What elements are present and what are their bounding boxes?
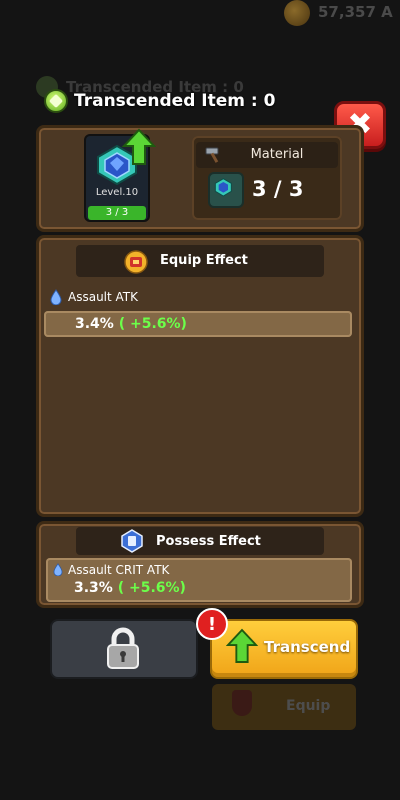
equip-effect-title: Equip Effect	[160, 253, 248, 268]
padlock-icon	[107, 627, 139, 669]
shield-icon	[232, 690, 252, 716]
page-title: Transcended Item : 0	[74, 91, 276, 111]
possess-stat-current: 3.3%	[74, 580, 113, 596]
water-drop-icon	[50, 289, 62, 305]
equip-stat-label: Assault ATK	[68, 290, 139, 304]
equip-effect-panel	[36, 235, 364, 517]
material-count: 3 / 3	[252, 177, 304, 201]
upgrade-arrow-icon	[226, 628, 258, 663]
gem-material-icon	[208, 172, 244, 208]
item-level: Level.10	[95, 187, 139, 198]
item-count-badge: 3 / 3	[88, 206, 146, 220]
background-equip-label: Equip	[286, 698, 331, 714]
equip-badge-icon	[124, 250, 148, 274]
upgrade-arrow-icon	[122, 128, 156, 165]
water-drop-icon	[53, 563, 63, 576]
possess-effect-title: Possess Effect	[156, 534, 261, 549]
transcend-gem-icon	[44, 89, 68, 113]
alert-glyph: !	[207, 613, 217, 635]
equip-stat-value: 3.4% ( +5.6%)	[75, 316, 187, 332]
possess-stat-bonus: ( +5.6%)	[112, 580, 186, 596]
possess-stat-label: Assault CRIT ATK	[68, 563, 170, 577]
equip-stat-current: 3.4%	[75, 316, 114, 332]
possess-stat-value: 3.3% ( +5.6%)	[74, 580, 186, 596]
gold-coin-icon	[284, 0, 310, 26]
alert-icon: !	[196, 608, 228, 640]
hammer-icon	[205, 147, 219, 163]
material-label: Material	[250, 147, 304, 162]
transcend-button-label: Transcend	[264, 638, 351, 656]
gold-amount: 57,357 A	[318, 3, 393, 21]
equip-stat-bonus: ( +5.6%)	[113, 316, 187, 332]
possess-badge-icon	[121, 529, 143, 553]
